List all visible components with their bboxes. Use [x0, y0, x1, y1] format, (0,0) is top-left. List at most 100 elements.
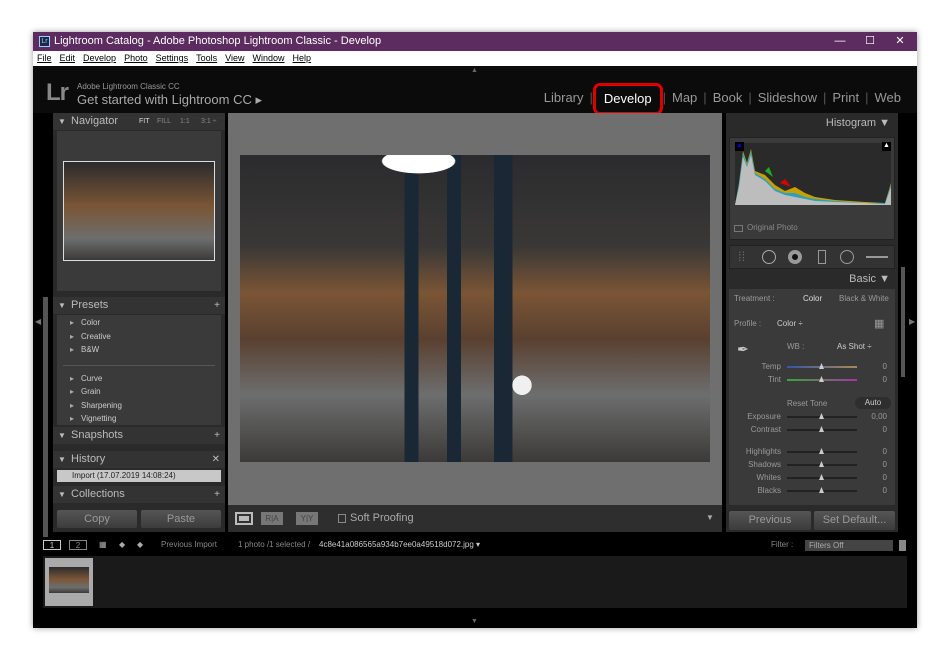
zoom-fill[interactable]: FILL [157, 113, 171, 130]
histogram-title[interactable]: Histogram ▼ [826, 117, 890, 129]
main-photo[interactable] [240, 155, 710, 462]
menu-file[interactable]: File [37, 53, 52, 63]
copy-button[interactable]: Copy [57, 510, 137, 528]
second-window-button[interactable]: 2 [69, 540, 87, 550]
presets-header[interactable]: ▼ Presets + [53, 297, 225, 314]
left-scrollbar[interactable] [43, 297, 48, 537]
preset-group[interactable]: Color [57, 318, 221, 332]
histogram-chart[interactable] [735, 143, 891, 205]
slider-value[interactable]: 0 [867, 486, 887, 495]
loupe-view-icon[interactable] [235, 512, 253, 525]
filter-dropdown[interactable]: Filters Off [805, 540, 893, 551]
module-print[interactable]: Print [826, 90, 865, 115]
auto-tone-button[interactable]: Auto [855, 397, 891, 409]
menu-develop[interactable]: Develop [83, 53, 116, 63]
reset-tone-button[interactable]: Reset Tone [787, 399, 827, 408]
adjustment-brush-icon[interactable] [866, 256, 888, 258]
treatment-color[interactable]: Color [803, 294, 822, 303]
red-eye-icon[interactable] [788, 250, 802, 264]
expand-left-icon[interactable]: ◀ [35, 317, 41, 326]
maximize-icon[interactable]: ☐ [855, 32, 885, 51]
profile-browser-icon[interactable]: ▦ [874, 317, 884, 330]
slider-value[interactable]: 0 [867, 447, 887, 456]
highlight-clipping-icon[interactable]: ▲ [882, 142, 891, 151]
module-book[interactable]: Book [707, 90, 749, 115]
treatment-bw[interactable]: Black & White [839, 294, 889, 303]
add-snapshot-icon[interactable]: + [214, 427, 220, 444]
basic-title[interactable]: Basic ▼ [849, 273, 890, 285]
module-web[interactable]: Web [869, 90, 908, 115]
filmstrip-cell[interactable] [45, 558, 93, 606]
paste-button[interactable]: Paste [141, 510, 221, 528]
graduated-filter-icon[interactable] [818, 250, 826, 264]
add-preset-icon[interactable]: + [214, 297, 220, 314]
preset-group[interactable]: Curve [57, 374, 221, 388]
module-slideshow[interactable]: Slideshow [752, 90, 823, 115]
set-default-button[interactable]: Set Default... [814, 511, 895, 530]
slider-value[interactable]: 0 [867, 425, 887, 434]
close-icon[interactable]: ✕ [885, 32, 915, 51]
slider-value[interactable]: 0 [867, 460, 887, 469]
collapse-top-icon[interactable]: ▲ [471, 67, 478, 74]
spot-removal-icon[interactable] [762, 250, 776, 264]
module-library[interactable]: Library [538, 90, 590, 115]
navigator-preview[interactable] [57, 131, 221, 291]
menu-edit[interactable]: Edit [60, 53, 76, 63]
back-arrow-icon[interactable]: ◆ [119, 536, 125, 554]
navigator-header[interactable]: ▼ Navigator FIT FILL 1:1 3:1 ÷ [53, 113, 225, 130]
previous-button[interactable]: Previous [729, 511, 811, 530]
photo-canvas[interactable] [228, 113, 722, 505]
preset-group[interactable]: Sharpening [57, 401, 221, 415]
zoom-3-1[interactable]: 3:1 ÷ [201, 113, 217, 130]
soft-proofing-checkbox[interactable] [338, 514, 346, 523]
source-label[interactable]: Previous Import [161, 536, 217, 554]
radial-filter-icon[interactable] [840, 250, 854, 264]
add-collection-icon[interactable]: + [214, 486, 220, 503]
menu-tools[interactable]: Tools [196, 53, 217, 63]
minimize-icon[interactable]: — [825, 32, 855, 51]
clear-history-icon[interactable]: ✕ [212, 451, 220, 468]
preset-group[interactable]: Creative [57, 332, 221, 346]
main-window-button[interactable]: 1 [43, 540, 61, 550]
profile-dropdown[interactable]: Color ÷ [777, 319, 803, 328]
snapshots-header[interactable]: ▼ Snapshots + [53, 427, 225, 444]
menu-help[interactable]: Help [293, 53, 312, 63]
filmstrip-thumbnail[interactable] [49, 567, 89, 593]
zoom-1-1[interactable]: 1:1 [180, 113, 190, 130]
module-develop[interactable]: Develop [592, 83, 663, 115]
get-started-link[interactable]: Get started with Lightroom CC ▸ [77, 92, 262, 108]
toolbar-menu-icon[interactable]: ▼ [706, 513, 714, 522]
filter-lock-icon[interactable] [899, 540, 906, 551]
slider-value[interactable]: 0 [867, 473, 887, 482]
menu-window[interactable]: Window [253, 53, 285, 63]
before-after-lr-icon[interactable]: R|A [261, 512, 283, 525]
history-header[interactable]: ▼ History ✕ [53, 451, 225, 468]
menu-settings[interactable]: Settings [156, 53, 189, 63]
crop-tool-icon[interactable]: ⁞⁞ [738, 249, 745, 264]
filename-dropdown[interactable]: 4c8e41a086565a934b7ee0a49518d072.jpg ▾ [319, 536, 480, 554]
preset-group[interactable]: B&W [57, 345, 221, 359]
forward-arrow-icon[interactable]: ◆ [137, 536, 143, 554]
collections-header[interactable]: ▼ Collections + [53, 486, 225, 503]
slider-value[interactable]: 0,00 [867, 412, 887, 421]
navigator-thumbnail[interactable] [63, 161, 215, 261]
preset-group[interactable]: Grain [57, 387, 221, 401]
zoom-fit[interactable]: FIT [139, 113, 150, 130]
original-photo-checkbox[interactable] [734, 225, 743, 232]
menu-photo[interactable]: Photo [124, 53, 148, 63]
grid-view-icon[interactable]: ▦ [99, 536, 107, 554]
wb-dropdown[interactable]: As Shot ÷ [837, 342, 872, 351]
slider-value[interactable]: 0 [867, 375, 887, 384]
collapse-bottom-icon[interactable]: ▼ [471, 618, 478, 625]
before-after-tb-icon[interactable]: Y|Y [296, 512, 318, 525]
history-item[interactable]: Import (17.07.2019 14:08:24) [57, 470, 221, 482]
shadow-clipping-icon[interactable]: ▲ [735, 142, 744, 151]
right-scrollbar[interactable] [901, 267, 905, 377]
menu-view[interactable]: View [225, 53, 244, 63]
preset-group[interactable]: Vignetting [57, 414, 221, 428]
module-map[interactable]: Map [666, 90, 703, 115]
expand-right-icon[interactable]: ▶ [909, 317, 915, 326]
slider-value[interactable]: 0 [867, 362, 887, 371]
original-photo-label: Original Photo [747, 223, 798, 232]
wb-eyedropper-icon[interactable]: ✒ [737, 341, 749, 358]
